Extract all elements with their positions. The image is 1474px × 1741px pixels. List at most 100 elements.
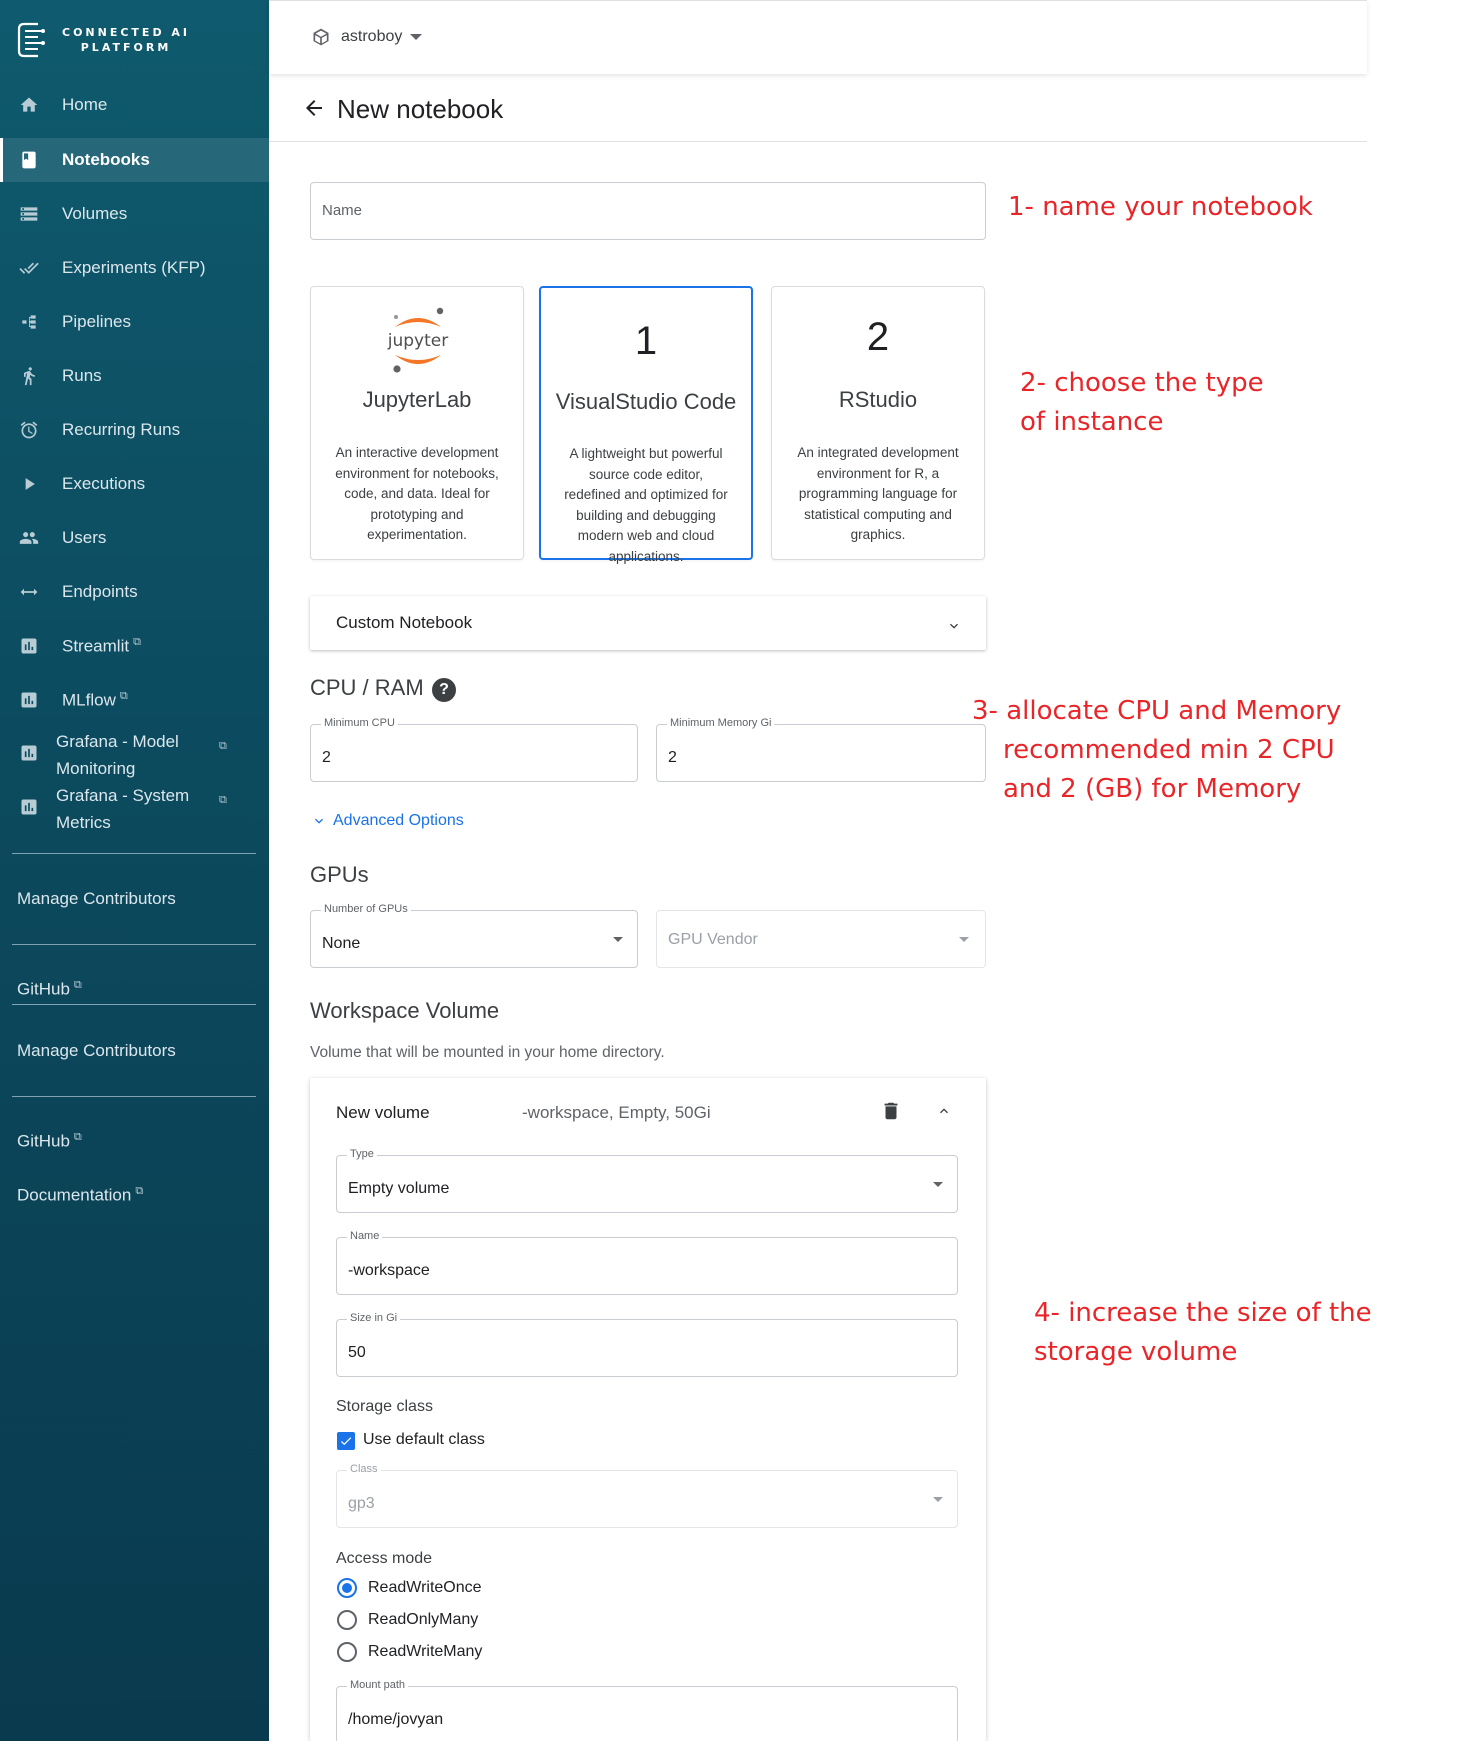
notebook-type-rstudio[interactable]: 2 RStudio An integrated development envi… <box>771 286 985 560</box>
sidebar-item-notebooks[interactable]: Notebooks <box>0 138 269 182</box>
alarm-icon <box>18 419 40 441</box>
documentation-link[interactable]: Documentation ⧉ <box>17 1185 143 1206</box>
platform-name-line2: PLATFORM <box>80 41 172 54</box>
people-icon <box>18 527 40 549</box>
annotation-step2: 2- choose the type of instance <box>1020 364 1264 442</box>
card-number: 2 <box>866 315 890 359</box>
sidebar-item-pipelines[interactable]: Pipelines <box>0 300 269 344</box>
namespace-selector[interactable]: astroboy <box>311 27 423 47</box>
delete-icon[interactable] <box>880 1099 902 1123</box>
jupyter-logo-icon: jupyter <box>387 307 448 373</box>
sidebar-item-runs[interactable]: Runs <box>0 354 269 398</box>
custom-notebook-label: Custom Notebook <box>336 613 473 632</box>
cpu-ram-title: CPU / RAM <box>310 675 424 700</box>
storage-class-select[interactable]: Class gp3 <box>336 1463 958 1528</box>
sidebar-item-text: Grafana - Model <box>56 732 179 751</box>
jupyter-logo-text: jupyter <box>387 331 448 351</box>
workspace-volume-subtitle: Volume that will be mounted in your home… <box>310 1044 665 1061</box>
help-icon[interactable]: ? <box>432 678 456 702</box>
access-mode-readonlymany-radio[interactable] <box>337 1610 357 1630</box>
min-cpu-value: 2 <box>322 749 331 766</box>
notebook-type-jupyterlab[interactable]: jupyter JupyterLab An interactive develo… <box>310 286 524 560</box>
access-mode-label: ReadOnlyMany <box>368 1611 479 1628</box>
volume-type-label: Type <box>347 1148 377 1160</box>
card-description: A lightweight but powerful source code e… <box>564 446 728 564</box>
sidebar-item-label: Users <box>62 528 107 547</box>
min-memory-value: 2 <box>668 749 677 766</box>
use-default-class-label: Use default class <box>363 1431 485 1448</box>
volume-size-field[interactable]: Size in Gi 50 <box>336 1312 958 1377</box>
gpu-count-label: Number of GPUs <box>321 903 411 915</box>
sidebar-item-home[interactable]: Home <box>0 83 269 127</box>
custom-notebook-expander[interactable]: Custom Notebook <box>310 596 986 650</box>
sidebar-item-users[interactable]: Users <box>0 516 269 560</box>
access-mode-readwritemany-radio[interactable] <box>337 1642 357 1662</box>
sidebar-item-volumes[interactable]: Volumes <box>0 192 269 236</box>
notebook-name-field[interactable]: Name <box>310 182 986 240</box>
manage-contributors-link[interactable]: Manage Contributors <box>17 1041 176 1061</box>
github-link[interactable]: GitHub ⧉ <box>17 979 82 1000</box>
min-cpu-field[interactable]: Minimum CPU 2 <box>310 717 638 782</box>
sidebar-item-streamlit[interactable]: Streamlit ⧉ <box>0 624 269 668</box>
page-title: New notebook <box>337 94 504 124</box>
endpoint-arrows-icon <box>18 581 40 603</box>
sidebar-item-label: Recurring Runs <box>62 420 181 439</box>
chevron-up-icon[interactable] <box>936 1103 952 1119</box>
sidebar-item-executions[interactable]: Executions <box>0 462 269 506</box>
gpu-count-select[interactable]: Number of GPUs None <box>310 903 638 968</box>
min-memory-label: Minimum Memory Gi <box>667 717 775 729</box>
volume-name-field[interactable]: Name -workspace <box>336 1230 958 1295</box>
chevron-down-icon <box>315 818 323 824</box>
storage-class-label: Class <box>347 1463 381 1475</box>
gpu-vendor-select[interactable]: GPU Vendor <box>656 910 986 968</box>
advanced-options-toggle[interactable]: Advanced Options <box>311 812 464 830</box>
sidebar: CONNECTED AI PLATFORM Home Notebooks Vol… <box>0 0 269 1741</box>
notebook-type-vscode[interactable]: 1 VisualStudio Code A lightweight but po… <box>539 286 753 564</box>
sidebar-item-text: Monitoring <box>56 759 136 778</box>
sidebar-item-label: Notebooks <box>62 150 150 169</box>
github-link[interactable]: GitHub ⧉ <box>17 1131 82 1152</box>
access-mode-readwriteonce-radio[interactable] <box>337 1578 357 1598</box>
chevron-down-icon <box>950 623 958 629</box>
volume-size-value: 50 <box>348 1344 366 1361</box>
sidebar-divider <box>12 1096 256 1097</box>
cube-icon <box>313 28 329 46</box>
page-header: New notebook <box>269 74 1367 142</box>
annotation-line: 2- choose the type <box>1020 368 1264 398</box>
card-title: JupyterLab <box>362 387 472 412</box>
back-arrow-icon[interactable] <box>302 96 326 120</box>
chart-icon <box>18 689 40 711</box>
sidebar-item-label: Volumes <box>62 204 128 223</box>
storage-icon <box>18 203 40 225</box>
sidebar-item-text: Streamlit <box>62 636 130 656</box>
notebook-name-placeholder: Name <box>322 202 363 219</box>
sidebar-item-label: Endpoints <box>62 582 138 601</box>
volume-summary: -workspace, Empty, 50Gi <box>522 1103 711 1122</box>
volume-name-header: New volume <box>336 1103 430 1122</box>
mount-path-field[interactable]: Mount path /home/jovyan <box>336 1679 958 1741</box>
sidebar-item-grafana-model-monitoring[interactable]: Grafana - Model Monitoring ⧉ <box>0 726 269 780</box>
platform-name: CONNECTED AI PLATFORM <box>62 25 190 55</box>
documentation-link-text: Documentation <box>17 1185 132 1205</box>
storage-class-title: Storage class <box>336 1398 433 1415</box>
platform-logo[interactable]: CONNECTED AI PLATFORM <box>16 18 256 62</box>
mount-path-label: Mount path <box>347 1679 409 1691</box>
advanced-options-label: Advanced Options <box>333 812 464 829</box>
sidebar-item-label: Streamlit ⧉ <box>62 636 141 657</box>
card-number: 1 <box>634 319 658 363</box>
use-default-class-checkbox[interactable] <box>337 1432 355 1450</box>
annotation-line: storage volume <box>1034 1337 1238 1367</box>
play-icon <box>18 473 40 495</box>
sidebar-item-recurring-runs[interactable]: Recurring Runs <box>0 408 269 452</box>
annotation-line: recommended min 2 CPU <box>1003 735 1335 765</box>
manage-contributors-link[interactable]: Manage Contributors <box>17 889 176 909</box>
sidebar-item-endpoints[interactable]: Endpoints <box>0 570 269 614</box>
volume-type-select[interactable]: Type Empty volume <box>336 1148 958 1213</box>
sidebar-item-grafana-system-metrics[interactable]: Grafana - System Metrics ⧉ <box>0 780 269 834</box>
mount-path-value: /home/jovyan <box>348 1711 444 1728</box>
sidebar-item-experiments[interactable]: Experiments (KFP) <box>0 246 269 290</box>
min-memory-field[interactable]: Minimum Memory Gi 2 <box>656 717 986 782</box>
dropdown-arrow-icon <box>933 1497 943 1502</box>
sidebar-item-mlflow[interactable]: MLflow ⧉ <box>0 678 269 722</box>
chart-icon <box>18 635 40 657</box>
